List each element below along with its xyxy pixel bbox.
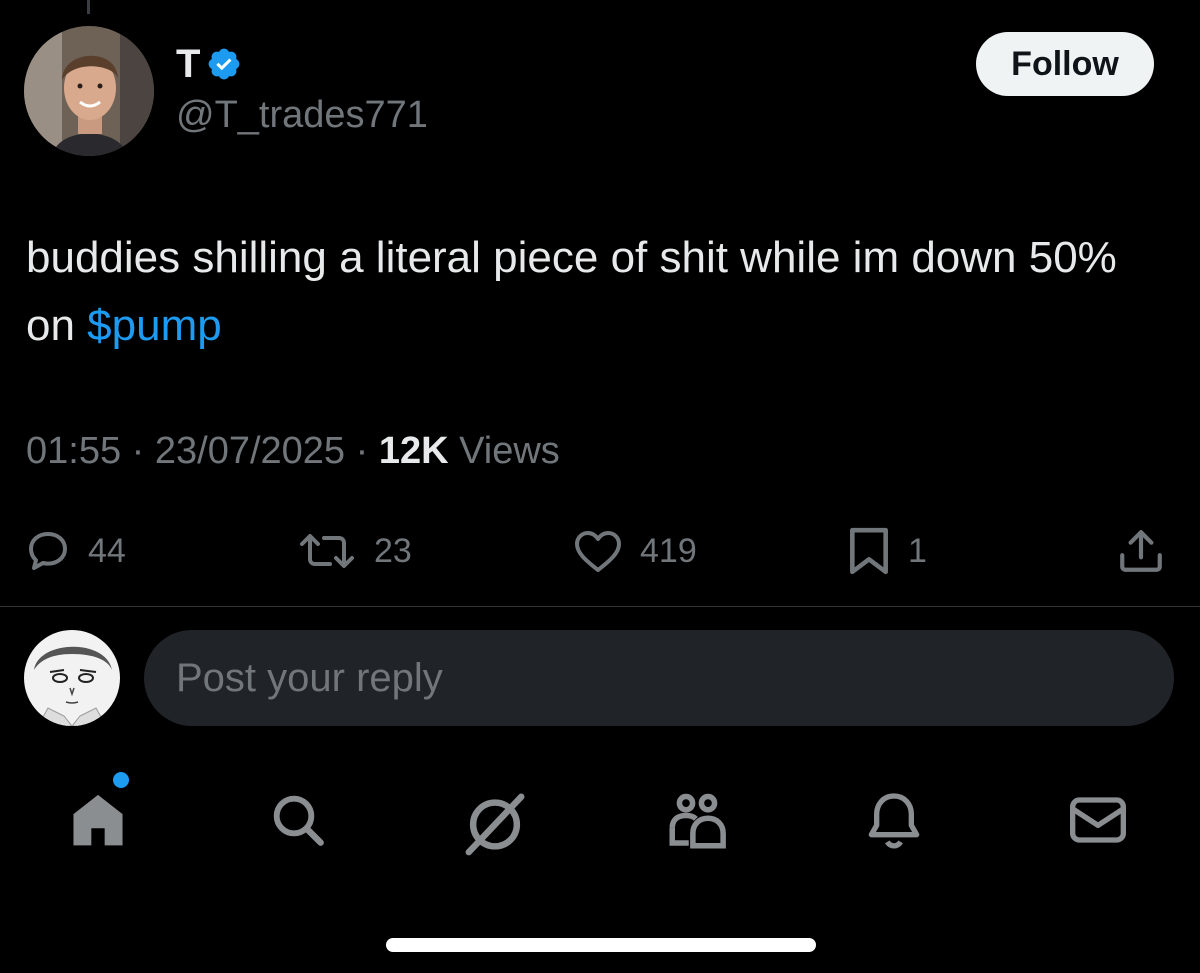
author-info: T @T_trades771 — [176, 40, 428, 137]
grok-icon[interactable] — [460, 788, 525, 856]
like-action[interactable]: 419 — [572, 525, 697, 577]
tweet-time[interactable]: 01:55 — [26, 430, 121, 472]
communities-icon[interactable] — [664, 788, 728, 852]
author-name[interactable]: T — [176, 42, 200, 87]
reply-placeholder: Post your reply — [176, 655, 443, 700]
reply-input[interactable]: Post your reply — [144, 630, 1174, 726]
repost-count: 23 — [374, 531, 412, 570]
views-label: Views — [448, 430, 560, 472]
share-action[interactable] — [1116, 525, 1166, 577]
meta-separator: · — [121, 430, 155, 472]
notifications-icon[interactable] — [862, 788, 926, 852]
bookmark-count: 1 — [908, 531, 927, 570]
home-icon[interactable] — [66, 788, 130, 852]
verified-badge-icon — [206, 46, 242, 82]
heart-icon — [572, 527, 624, 575]
like-count: 419 — [640, 531, 697, 570]
reply-icon — [24, 527, 72, 575]
reply-count: 44 — [88, 531, 126, 570]
divider — [0, 606, 1200, 607]
home-notification-dot — [113, 772, 129, 788]
reply-action[interactable]: 44 — [24, 525, 126, 577]
home-indicator-bar[interactable] — [386, 938, 816, 952]
meta-separator: · — [345, 430, 379, 472]
tweet-text: buddies shilling a literal piece of shit… — [26, 224, 1166, 360]
views-count[interactable]: 12K — [379, 430, 449, 472]
bookmark-icon — [846, 526, 892, 576]
share-icon — [1116, 526, 1166, 576]
bookmark-action[interactable]: 1 — [846, 525, 927, 577]
cashtag-link[interactable]: $pump — [87, 301, 222, 350]
tweet-date[interactable]: 23/07/2025 — [155, 430, 345, 472]
thread-line — [87, 0, 90, 14]
repost-action[interactable]: 23 — [296, 525, 412, 577]
author-handle[interactable]: @T_trades771 — [176, 94, 428, 137]
follow-button[interactable]: Follow — [976, 32, 1154, 96]
reply-user-avatar[interactable] — [24, 630, 120, 726]
author-avatar[interactable] — [24, 26, 154, 156]
messages-icon[interactable] — [1066, 788, 1130, 852]
search-icon[interactable] — [266, 788, 330, 852]
repost-icon — [296, 527, 358, 575]
tweet-meta: 01:55 · 23/07/2025 · 12K Views — [26, 430, 560, 473]
